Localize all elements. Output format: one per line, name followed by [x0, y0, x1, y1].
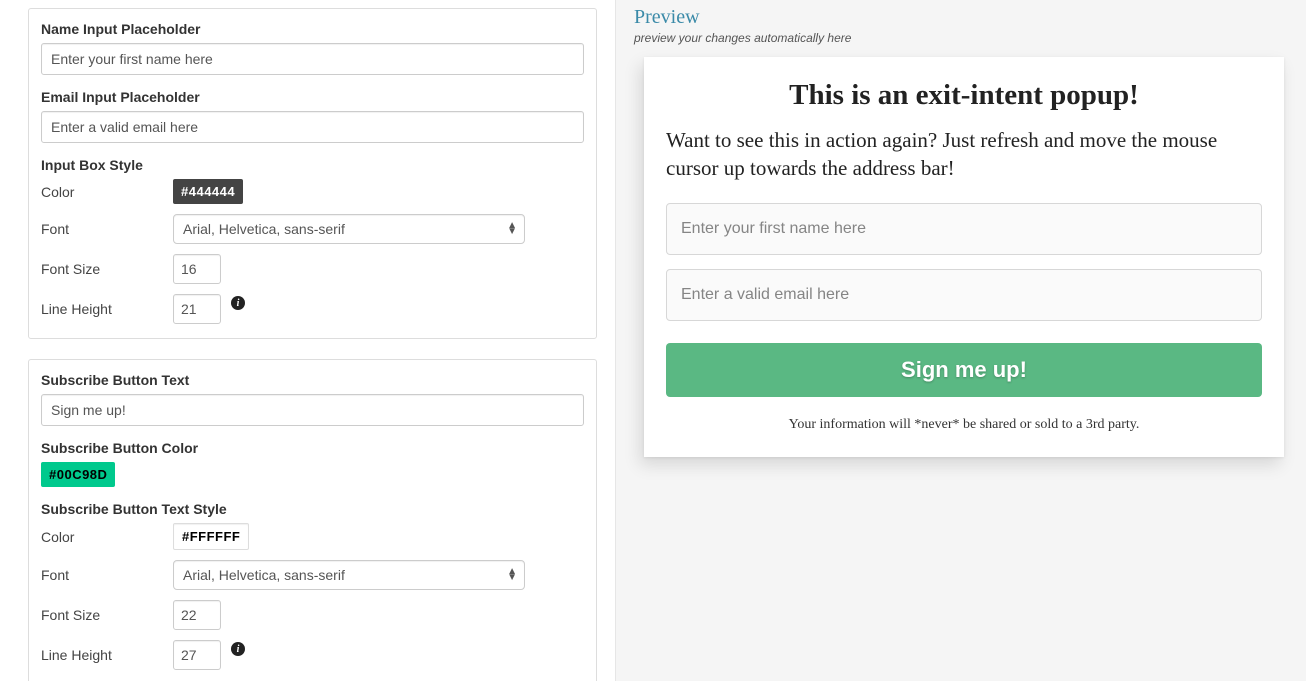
button-font-select[interactable]: Arial, Helvetica, sans-serif: [173, 560, 525, 590]
button-text-label: Subscribe Button Text: [41, 372, 584, 388]
button-fontsize-input[interactable]: [173, 600, 221, 630]
input-color-swatch[interactable]: #444444: [173, 179, 243, 204]
popup-subtitle: Want to see this in action again? Just r…: [666, 126, 1262, 183]
button-fontsize-label: Font Size: [41, 607, 173, 623]
popup-name-input[interactable]: [666, 203, 1262, 255]
preview-subheading: preview your changes automatically here: [634, 31, 1306, 45]
input-fontsize-label: Font Size: [41, 261, 173, 277]
input-font-select[interactable]: Arial, Helvetica, sans-serif: [173, 214, 525, 244]
preview-column: Preview preview your changes automatical…: [615, 0, 1306, 681]
button-text-color-label: Color: [41, 529, 173, 545]
button-lineheight-label: Line Height: [41, 647, 173, 663]
button-text-input[interactable]: [41, 394, 584, 426]
button-text-style-label: Subscribe Button Text Style: [41, 501, 584, 517]
popup-email-input[interactable]: [666, 269, 1262, 321]
button-font-label: Font: [41, 567, 173, 583]
input-font-label: Font: [41, 221, 173, 237]
button-settings-panel: Subscribe Button Text Subscribe Button C…: [28, 359, 597, 681]
button-text-color-swatch[interactable]: #FFFFFF: [173, 523, 249, 550]
input-lineheight-label: Line Height: [41, 301, 173, 317]
input-fontsize-input[interactable]: [173, 254, 221, 284]
email-placeholder-input[interactable]: [41, 111, 584, 143]
input-lineheight-input[interactable]: [173, 294, 221, 324]
info-icon[interactable]: i: [231, 296, 245, 310]
input-color-label: Color: [41, 184, 173, 200]
preview-heading: Preview: [634, 6, 1306, 29]
email-placeholder-label: Email Input Placeholder: [41, 89, 584, 105]
settings-column: Name Input Placeholder Email Input Place…: [0, 0, 615, 681]
preview-popup: This is an exit-intent popup! Want to se…: [644, 57, 1284, 457]
popup-footer-text: Your information will *never* be shared …: [666, 417, 1262, 433]
button-color-label: Subscribe Button Color: [41, 440, 584, 456]
popup-title: This is an exit-intent popup!: [666, 79, 1262, 112]
info-icon[interactable]: i: [231, 642, 245, 656]
name-placeholder-input[interactable]: [41, 43, 584, 75]
button-color-swatch[interactable]: #00C98D: [41, 462, 115, 487]
input-box-style-label: Input Box Style: [41, 157, 584, 173]
name-placeholder-label: Name Input Placeholder: [41, 21, 584, 37]
popup-subscribe-button[interactable]: Sign me up!: [666, 343, 1262, 397]
input-settings-panel: Name Input Placeholder Email Input Place…: [28, 8, 597, 339]
button-lineheight-input[interactable]: [173, 640, 221, 670]
